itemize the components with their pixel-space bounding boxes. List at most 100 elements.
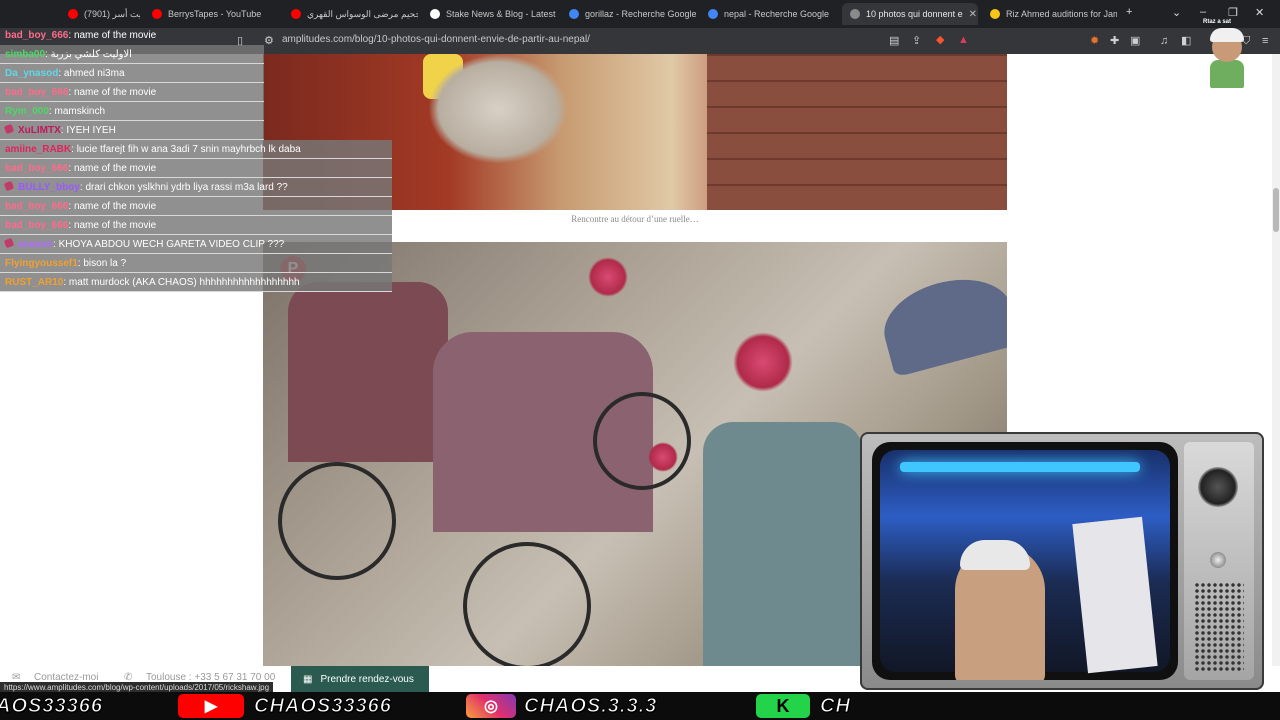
stake-icon <box>430 9 440 19</box>
chat-message: Rym_000: mamskinch <box>0 102 264 121</box>
volume-knob-icon <box>1210 552 1226 568</box>
chat-username: amiine_RABK <box>5 144 72 155</box>
chat-message: bad_boy_666: name of the movie <box>0 159 392 178</box>
neon-light <box>900 462 1140 472</box>
chat-username: ouardi88w <box>5 0 54 3</box>
tab-4[interactable]: gorillaz - Recherche Google <box>561 3 696 25</box>
tab-6-active[interactable]: 10 photos qui donnent e ✕ <box>842 3 978 25</box>
extension-icon[interactable]: ✹ <box>1090 35 1099 47</box>
chat-message: RUST_AR10: matt murdock (AKA CHAOS) hhhh… <box>0 273 392 292</box>
scrollbar-thumb[interactable] <box>1273 188 1279 232</box>
tab-title: nepal - Recherche Google <box>724 9 830 19</box>
appointment-button[interactable]: ▦ Prendre rendez-vous <box>291 666 429 692</box>
chat-text: KHOYA ABDOU WECH GARETA VIDEO CLIP ??? <box>58 239 285 250</box>
wheel <box>593 392 691 490</box>
rickshaw <box>288 282 448 462</box>
beard <box>428 54 568 164</box>
wheel <box>278 462 396 580</box>
chat-username: bad_boy_666 <box>5 163 69 174</box>
chat-message: Flyingyoussef1: bison la ? <box>0 254 392 273</box>
chat-text: name of the movie <box>73 87 157 98</box>
chat-username: Rym_000 <box>5 106 49 117</box>
avatar-body <box>1210 60 1244 88</box>
google-icon <box>569 9 579 19</box>
reader-mode-icon[interactable]: ▤ <box>889 35 899 47</box>
minimize-icon[interactable]: – <box>1200 6 1206 18</box>
close-icon[interactable]: ✕ <box>969 9 977 20</box>
wheel <box>463 542 591 666</box>
chat-message: amiine_RABK: lucie tfarejt fih w ana 3ad… <box>0 140 392 159</box>
mod-badge-icon <box>3 123 15 135</box>
chat-username: Da_ynasod <box>5 68 59 79</box>
tab-search-icon[interactable]: ▣ <box>1130 35 1140 47</box>
media-icon[interactable]: ♫ <box>1160 35 1168 47</box>
chat-username: bad_boy_666 <box>5 87 69 98</box>
rewards-icon[interactable]: ▲ <box>958 34 969 46</box>
webcam-tv-frame <box>860 432 1264 690</box>
chat-text: name of the movie <box>73 201 157 212</box>
youtube-icon <box>291 9 301 19</box>
imdb-icon <box>990 9 1000 19</box>
tab-3[interactable]: Stake News & Blog - Latest Sp <box>422 3 557 25</box>
flowers <box>733 332 793 392</box>
speaker-grille <box>1194 582 1244 672</box>
google-icon <box>708 9 718 19</box>
new-tab-icon[interactable]: + <box>1126 6 1132 18</box>
restore-icon[interactable]: ❐ <box>1228 6 1238 19</box>
youtube-icon <box>152 9 162 19</box>
share-icon[interactable]: ⇪ <box>912 35 921 47</box>
brave-shield-icon[interactable]: ◆ <box>936 34 944 46</box>
chat-text: lucie tfarejt fih w ana 3adi 7 snin mayh… <box>76 144 301 155</box>
chat-message: XuLIMTX: IYEH IYEH <box>0 121 264 140</box>
tab-title: gorillaz - Recherche Google <box>585 9 696 19</box>
chat-message: BULLY_bboy: drari chkon yslkhni ydrb liy… <box>0 178 392 197</box>
amplitudes-icon <box>850 9 860 19</box>
whiteboard <box>1072 516 1158 674</box>
umbrella <box>874 266 1007 378</box>
banner-text: CH <box>820 695 851 718</box>
tab-title: جحيم مرضى الوسواس القهري <box>307 8 418 19</box>
chat-username: bad_boy_666 <box>5 201 69 212</box>
appointment-label: Prendre rendez-vous <box>320 673 414 685</box>
chat-text: ahmed ni3ma <box>63 68 125 79</box>
chat-username: BULLY_bboy <box>18 182 80 193</box>
chat-username: RUST_AR10 <box>5 277 64 288</box>
calendar-icon: ▦ <box>303 673 313 685</box>
tab-5[interactable]: nepal - Recherche Google <box>700 3 835 25</box>
chat-username: Flyingyoussef1 <box>5 258 78 269</box>
scrollbar[interactable] <box>1272 54 1280 666</box>
brick-wall <box>707 54 1007 210</box>
tab-title: BerrysTapes - YouTube <box>168 9 262 19</box>
close-window-icon[interactable]: ✕ <box>1255 6 1264 19</box>
chat-message: bad_boy_666: name of the movie <box>5 30 157 41</box>
chat-username: simba00 <box>5 49 46 60</box>
channel-knob-icon <box>1198 467 1238 507</box>
banner-text: CHAOS33366 <box>254 695 392 718</box>
chat-username: anasnn <box>18 239 54 250</box>
chat-message: anasnn: KHOYA ABDOU WECH GARETA VIDEO CL… <box>0 235 392 254</box>
puzzle-icon[interactable]: ✚ <box>1110 35 1119 47</box>
chat-text: name of the movie <box>73 220 157 231</box>
chat-text: mamskinch <box>54 106 106 117</box>
tab-title: Riz Ahmed auditions for Jame <box>1006 9 1117 19</box>
webcam-screen <box>872 442 1178 680</box>
tab-7[interactable]: Riz Ahmed auditions for Jame <box>982 3 1117 25</box>
chat-username: bad_boy_666 <box>5 220 69 231</box>
chat-message: bad_boy_666: name of the movie <box>0 83 264 102</box>
mod-badge-icon <box>3 237 15 249</box>
flowers <box>648 442 678 472</box>
menu-icon[interactable]: ≡ <box>1262 35 1268 47</box>
chat-message: ouardi88w: <box>0 0 392 7</box>
chat-message: Da_ynasod: ahmed ni3ma <box>0 64 264 83</box>
sidebar-icon[interactable]: ◧ <box>1181 35 1191 47</box>
chat-username: XuLIMTX <box>18 125 61 136</box>
stream-banner: AOS33366 ▶ CHAOS33366 ◎ CHAOS.3.3.3 K CH <box>0 692 1280 720</box>
rickshaw <box>703 422 863 666</box>
chat-message: bad_boy_666: name of the movie <box>0 197 392 216</box>
instagram-icon: ◎ <box>466 694 516 718</box>
chevron-down-icon[interactable]: ⌄ <box>1172 6 1181 19</box>
avatar-cap <box>1210 28 1244 42</box>
kick-icon: K <box>756 694 810 718</box>
mod-badge-icon <box>3 180 15 192</box>
banner-text: AOS33366 <box>0 695 103 718</box>
